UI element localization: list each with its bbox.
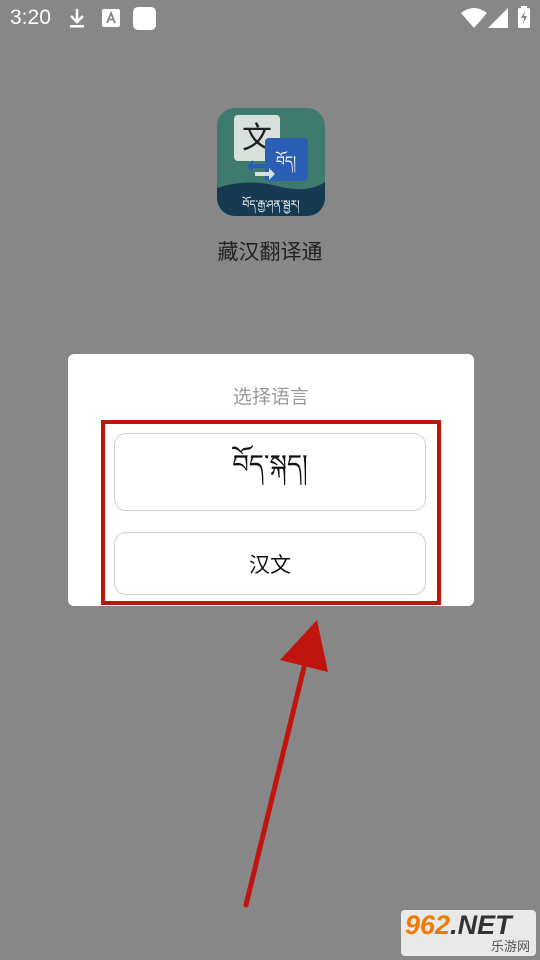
pointer-arrow (243, 620, 328, 908)
watermark-brand-number: 962 (405, 910, 451, 940)
watermark-subtitle: 乐游网 (490, 940, 530, 955)
watermark-logo: 962.NET 乐游网 (401, 910, 536, 956)
